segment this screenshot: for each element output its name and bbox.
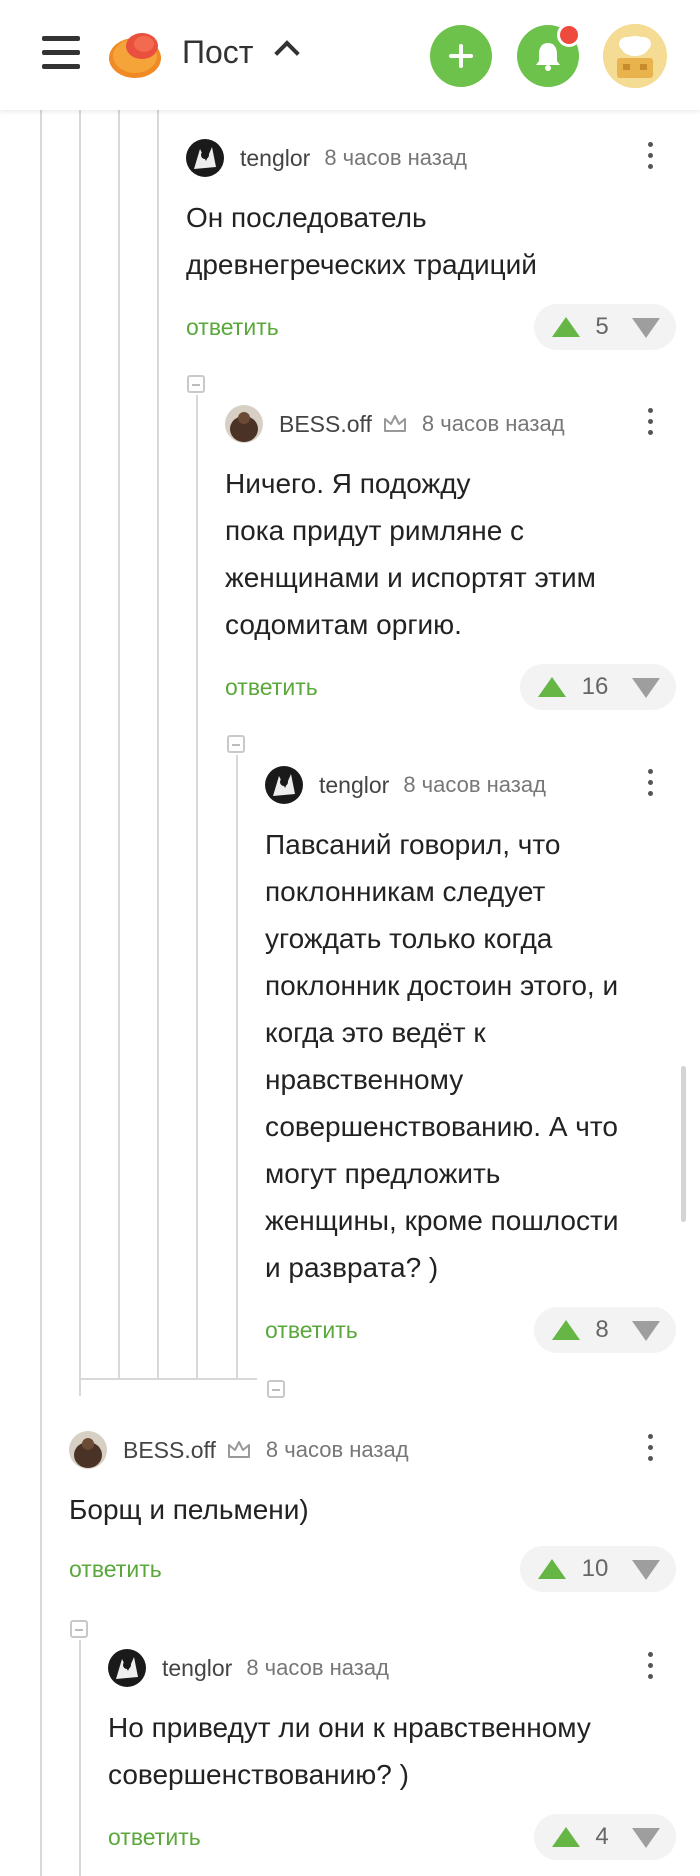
comment-header: tenglor 8 часов назад [108, 1648, 389, 1688]
profile-avatar[interactable] [603, 24, 667, 88]
upvote-icon[interactable] [552, 317, 580, 337]
avatar[interactable] [225, 405, 263, 443]
username[interactable]: tenglor [240, 145, 310, 172]
menu-icon[interactable] [42, 36, 80, 72]
thread-line[interactable] [79, 110, 81, 1396]
username[interactable]: tenglor [319, 772, 389, 799]
vote-widget: 8 [534, 1307, 676, 1353]
vote-count: 4 [595, 1823, 609, 1850]
comment-header: BESS.off 8 часов назад [69, 1430, 409, 1470]
more-options-icon[interactable] [648, 769, 654, 802]
scrollbar[interactable] [681, 1066, 686, 1222]
crown-icon [227, 1441, 250, 1458]
thread-line[interactable] [79, 1640, 81, 1876]
downvote-icon[interactable] [632, 1828, 660, 1848]
upvote-icon[interactable] [538, 677, 566, 697]
comment-header: BESS.off 8 часов назад [225, 404, 565, 444]
vote-count: 10 [581, 1555, 609, 1582]
notification-badge [557, 23, 581, 47]
comment: tenglor 8 часов назад Павсаний говорил, … [265, 765, 676, 1365]
timestamp[interactable]: 8 часов назад [246, 1655, 389, 1681]
comment-text: Но приведут ли они к нравственному совер… [108, 1712, 591, 1790]
thread-line[interactable] [40, 110, 42, 1876]
reply-link[interactable]: ответить [265, 1317, 358, 1344]
timestamp[interactable]: 8 часов назад [266, 1437, 409, 1463]
username[interactable]: BESS.off [123, 1437, 216, 1464]
add-post-button[interactable] [430, 25, 492, 87]
thread-line[interactable] [196, 395, 198, 1378]
comment-header: tenglor 8 часов назад [186, 138, 467, 178]
downvote-icon[interactable] [632, 1560, 660, 1580]
comment-header: tenglor 8 часов назад [265, 765, 546, 805]
thread-line[interactable] [236, 755, 238, 1378]
collapse-toggle[interactable] [227, 735, 245, 753]
crown-icon [383, 415, 406, 432]
chevron-up-icon[interactable] [274, 40, 300, 66]
upvote-icon[interactable] [552, 1827, 580, 1847]
comment: BESS.off 8 часов назад Ничего. Я подожду… [225, 404, 676, 714]
downvote-icon[interactable] [632, 1321, 660, 1341]
reply-link[interactable]: ответить [186, 314, 279, 341]
more-options-icon[interactable] [648, 1434, 654, 1467]
page-title[interactable]: Пост [182, 34, 253, 71]
more-options-icon[interactable] [648, 142, 654, 175]
username[interactable]: tenglor [162, 1655, 232, 1682]
top-bar: Пост [0, 0, 700, 110]
pikabu-logo[interactable] [106, 24, 164, 82]
timestamp[interactable]: 8 часов назад [422, 411, 565, 437]
vote-widget: 16 [520, 664, 676, 710]
username[interactable]: BESS.off [279, 411, 372, 438]
vote-widget: 4 [534, 1814, 676, 1860]
more-options-icon[interactable] [648, 1652, 654, 1685]
avatar[interactable] [69, 1431, 107, 1469]
collapse-toggle[interactable] [70, 1620, 88, 1638]
vote-widget: 5 [534, 304, 676, 350]
reply-link[interactable]: ответить [108, 1824, 201, 1851]
comment: tenglor 8 часов назад Он последователь д… [186, 138, 676, 358]
comment: BESS.off 8 часов назад Борщ и пельмени) … [69, 1430, 676, 1600]
vote-count: 8 [595, 1316, 609, 1343]
timestamp[interactable]: 8 часов назад [324, 145, 467, 171]
downvote-icon[interactable] [632, 318, 660, 338]
downvote-icon[interactable] [632, 678, 660, 698]
notifications-button[interactable] [517, 23, 581, 87]
vote-count: 16 [581, 673, 609, 700]
reply-link[interactable]: ответить [225, 674, 318, 701]
vote-widget: 10 [520, 1546, 676, 1592]
comment-text: Борщ и пельмени) [69, 1494, 309, 1525]
thread-line[interactable] [157, 110, 159, 1378]
comment-text: Он последователь древнегреческих традици… [186, 202, 537, 280]
avatar[interactable] [108, 1649, 146, 1687]
upvote-icon[interactable] [538, 1559, 566, 1579]
vote-count: 5 [595, 313, 609, 340]
comment: tenglor 8 часов назад Но приведут ли они… [108, 1648, 676, 1868]
thread-line [79, 1378, 257, 1380]
timestamp[interactable]: 8 часов назад [403, 772, 546, 798]
avatar[interactable] [186, 139, 224, 177]
collapse-toggle[interactable] [187, 375, 205, 393]
comment-text: Ничего. Я подожду пока придут римляне с … [225, 468, 596, 640]
comment-text: Павсаний говорил, что поклонникам следуе… [265, 829, 619, 1283]
avatar[interactable] [265, 766, 303, 804]
thread-line[interactable] [118, 110, 120, 1378]
upvote-icon[interactable] [552, 1320, 580, 1340]
collapse-toggle[interactable] [267, 1380, 285, 1398]
more-options-icon[interactable] [648, 408, 654, 441]
reply-link[interactable]: ответить [69, 1556, 162, 1583]
